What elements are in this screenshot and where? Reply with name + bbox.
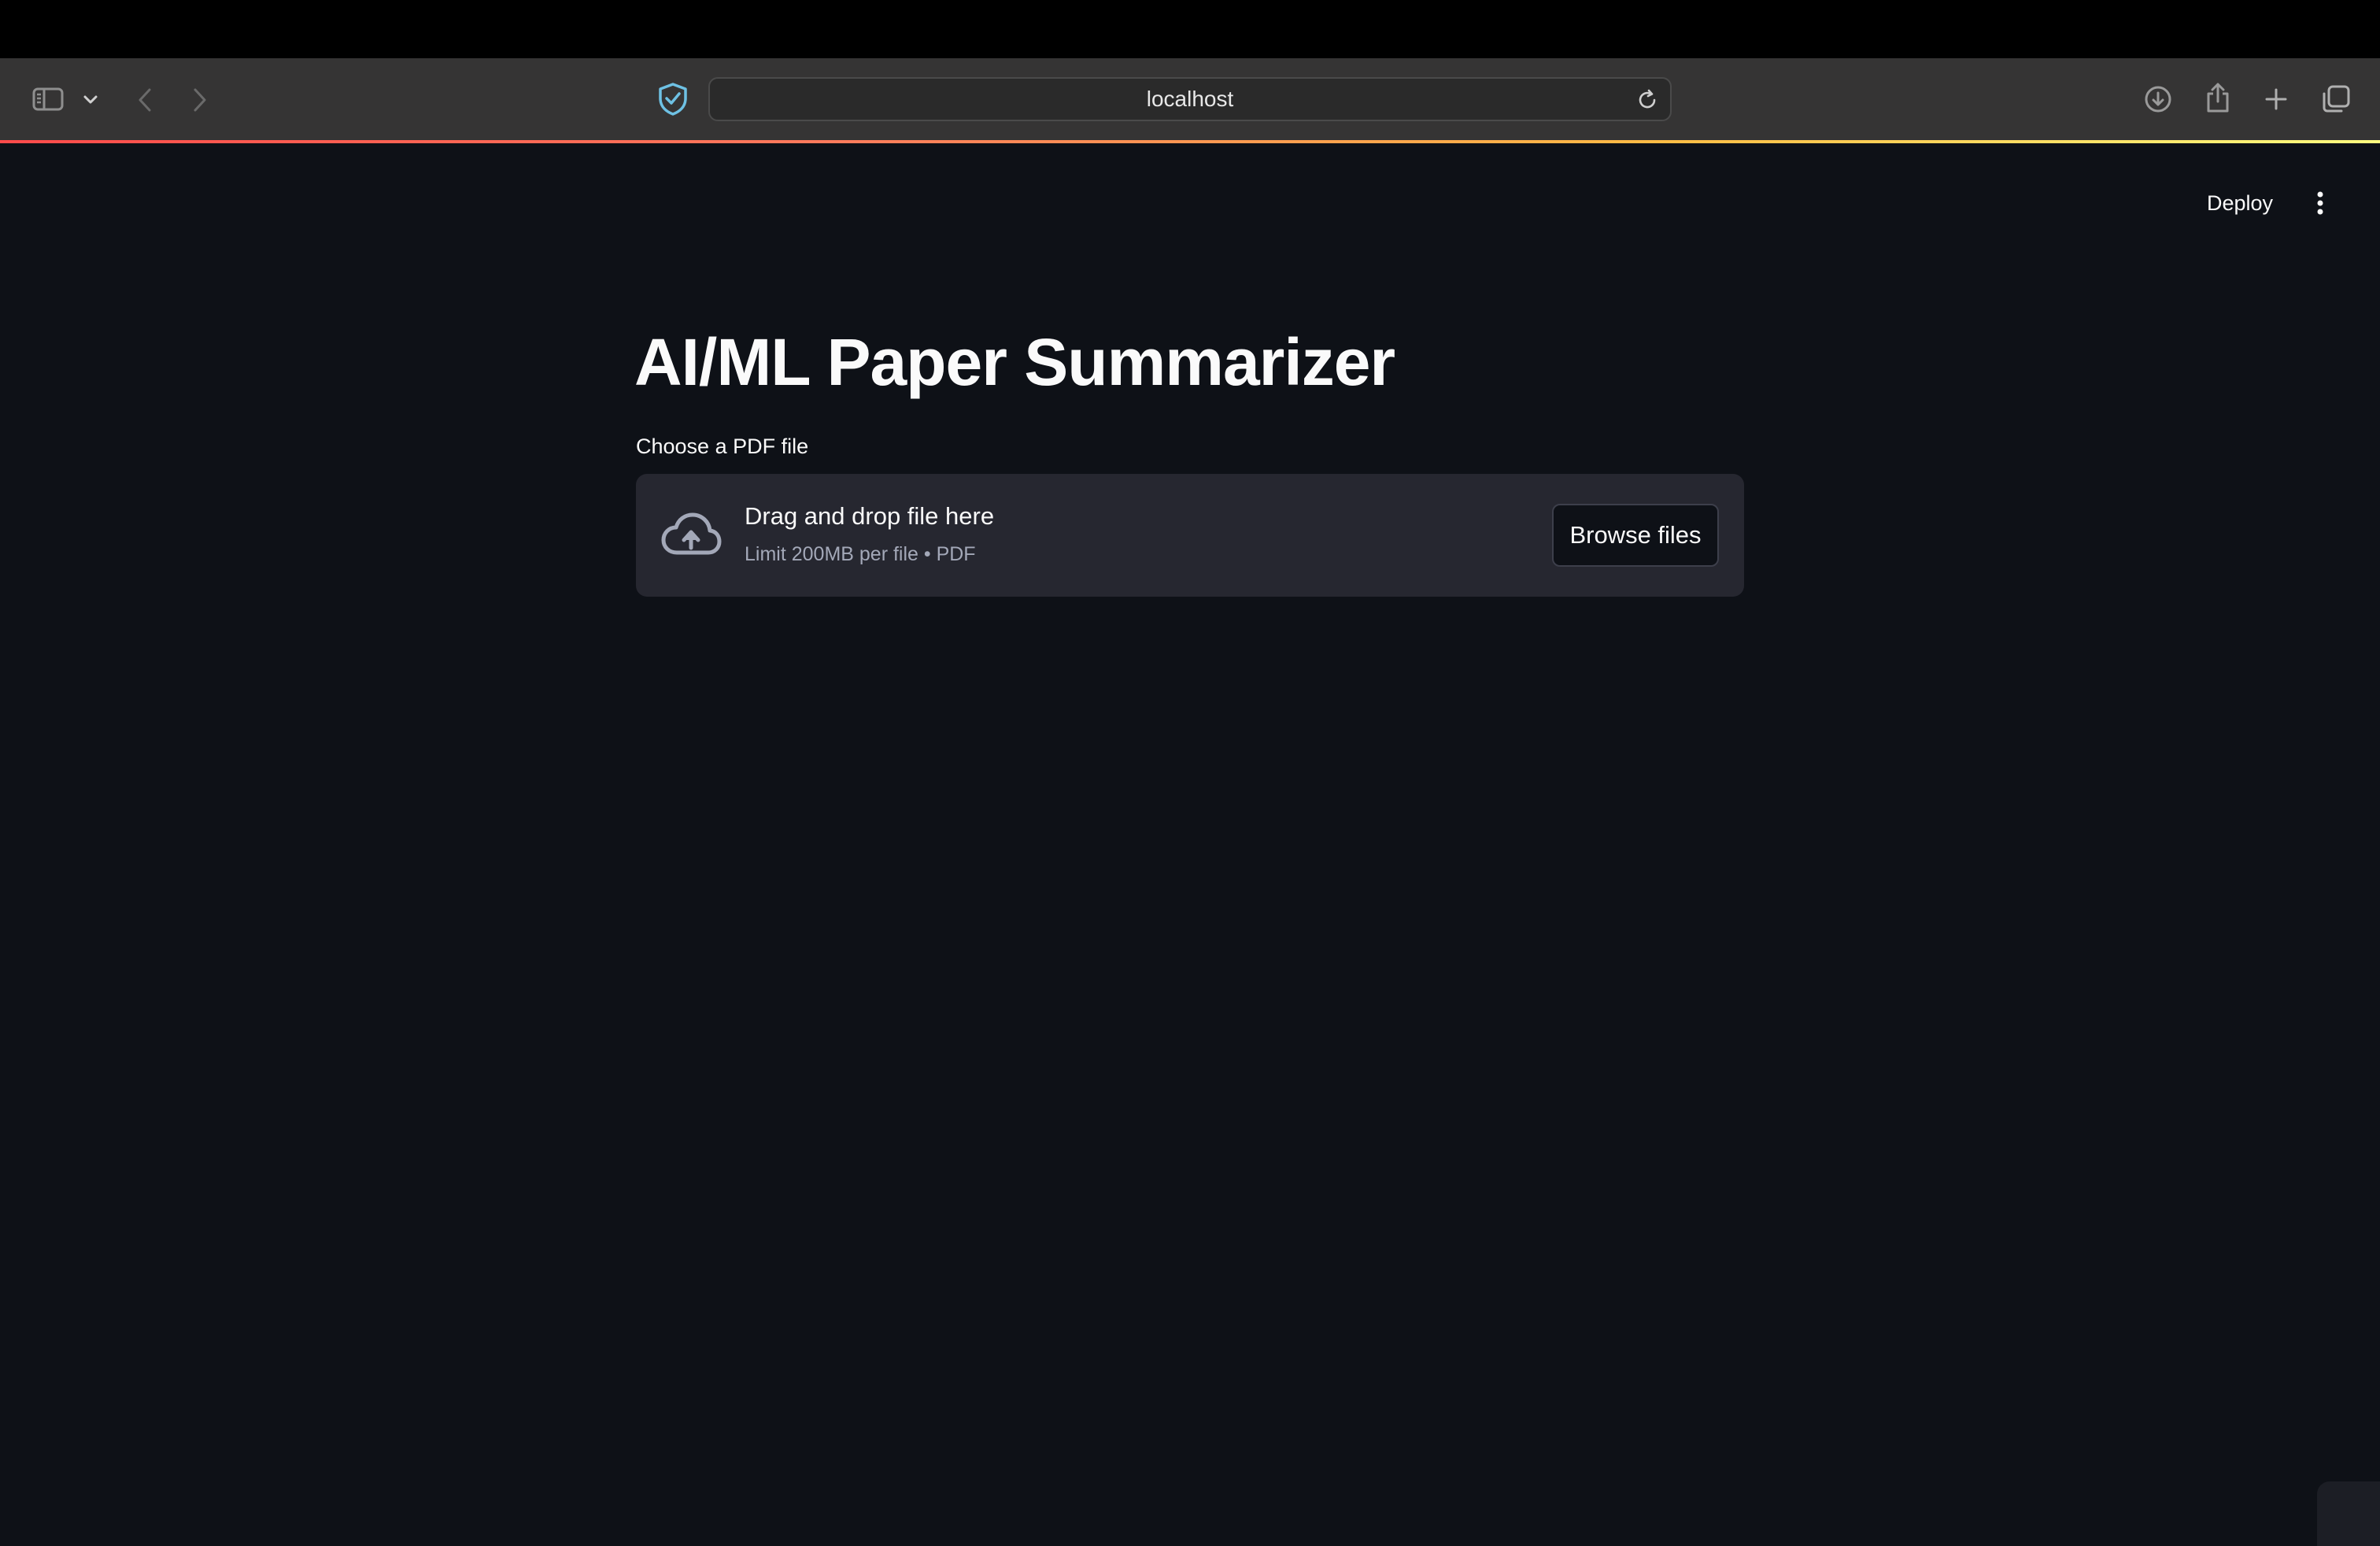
kebab-menu-icon[interactable]	[2304, 179, 2336, 227]
screen-top-bar	[0, 0, 2380, 58]
shield-check-icon[interactable]	[655, 80, 691, 118]
streamlit-app: Deploy AI/ML Paper Summarizer Choose a P…	[0, 143, 2380, 1546]
status-widget	[2317, 1481, 2380, 1546]
url-text: localhost	[1146, 87, 1234, 111]
download-icon[interactable]	[2141, 82, 2175, 117]
uploader-label: Choose a PDF file	[636, 435, 809, 458]
address-bar[interactable]: localhost	[708, 77, 1672, 121]
deploy-button[interactable]: Deploy	[2194, 183, 2286, 224]
dropzone-limit-text: Limit 200MB per file • PDF	[745, 543, 976, 565]
plus-icon[interactable]	[2260, 82, 2292, 117]
reload-icon[interactable]	[1635, 88, 1659, 112]
chevron-right-icon[interactable]	[186, 83, 214, 117]
tabs-overview-icon[interactable]	[2319, 82, 2353, 117]
cloud-upload-icon	[660, 510, 722, 560]
browse-files-button[interactable]: Browse files	[1552, 504, 1719, 567]
share-icon[interactable]	[2201, 79, 2235, 117]
browser-toolbar: localhost	[0, 58, 2380, 142]
chevron-down-icon[interactable]	[79, 88, 102, 112]
dropzone-instructions: Drag and drop file here	[745, 502, 995, 530]
page-title: AI/ML Paper Summarizer	[634, 325, 1395, 399]
file-dropzone[interactable]: Drag and drop file here Limit 200MB per …	[636, 474, 1744, 597]
chevron-left-icon[interactable]	[131, 83, 159, 117]
sidebar-icon[interactable]	[30, 83, 66, 115]
